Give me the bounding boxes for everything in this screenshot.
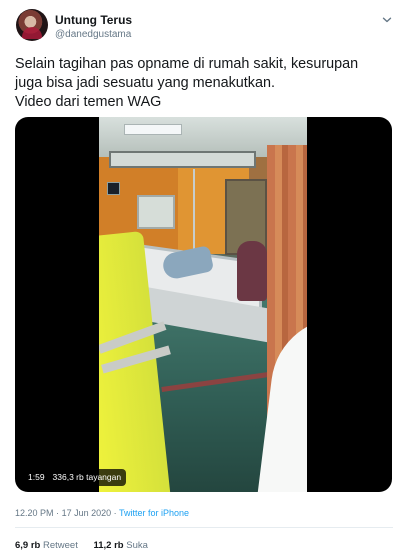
like-stat[interactable]: 11,2 rb Suka	[94, 540, 148, 551]
visitor	[237, 241, 267, 301]
display-name[interactable]: Untung Terus	[55, 13, 132, 27]
avatar[interactable]	[16, 9, 48, 41]
source-link[interactable]: Twitter for iPhone	[119, 508, 189, 518]
tweet-date[interactable]: 17 Jun 2020	[62, 508, 112, 518]
tweet-text-line: Selain tagihan pas opname di rumah sakit…	[15, 56, 359, 72]
like-label: Suka	[126, 540, 148, 551]
retweet-count: 6,9 rb	[15, 540, 41, 551]
tweet-time[interactable]: 12.20 PM	[15, 508, 54, 518]
separator: ·	[113, 508, 117, 518]
retweet-stat[interactable]: 6,9 rb Retweet	[15, 540, 78, 551]
user-handle[interactable]: @danedgustama	[55, 29, 131, 40]
divider	[15, 527, 393, 528]
tweet-stats: 6,9 rb Retweet 11,2 rb Suka	[15, 540, 148, 551]
retweet-label: Retweet	[43, 540, 78, 551]
chevron-down-icon[interactable]	[380, 13, 394, 27]
video-frame	[99, 117, 307, 492]
video-stats-badge: 1:59 336,3 rb tayangan	[23, 469, 127, 486]
window-strip	[109, 151, 256, 168]
tweet-text-line: Video dari temen WAG	[15, 94, 162, 110]
view-count: 336,3 rb tayangan	[52, 472, 122, 482]
separator: ·	[56, 508, 60, 518]
like-count: 11,2 rb	[93, 540, 124, 551]
tweet-text: Selain tagihan pas opname di rumah sakit…	[15, 55, 397, 112]
tweet-card: Untung Terus @danedgustama Selain tagiha…	[0, 0, 408, 560]
video-player[interactable]: 1:59 336,3 rb tayangan	[15, 117, 392, 492]
tweet-meta: 12.20 PM · 17 Jun 2020 · Twitter for iPh…	[15, 508, 189, 518]
tweet-text-line: juga bisa jadi sesuatu yang menakutkan.	[15, 75, 276, 91]
medical-equipment	[137, 195, 175, 229]
ceiling-light	[124, 124, 182, 135]
monitor	[107, 182, 120, 195]
video-duration: 1:59	[28, 472, 45, 482]
